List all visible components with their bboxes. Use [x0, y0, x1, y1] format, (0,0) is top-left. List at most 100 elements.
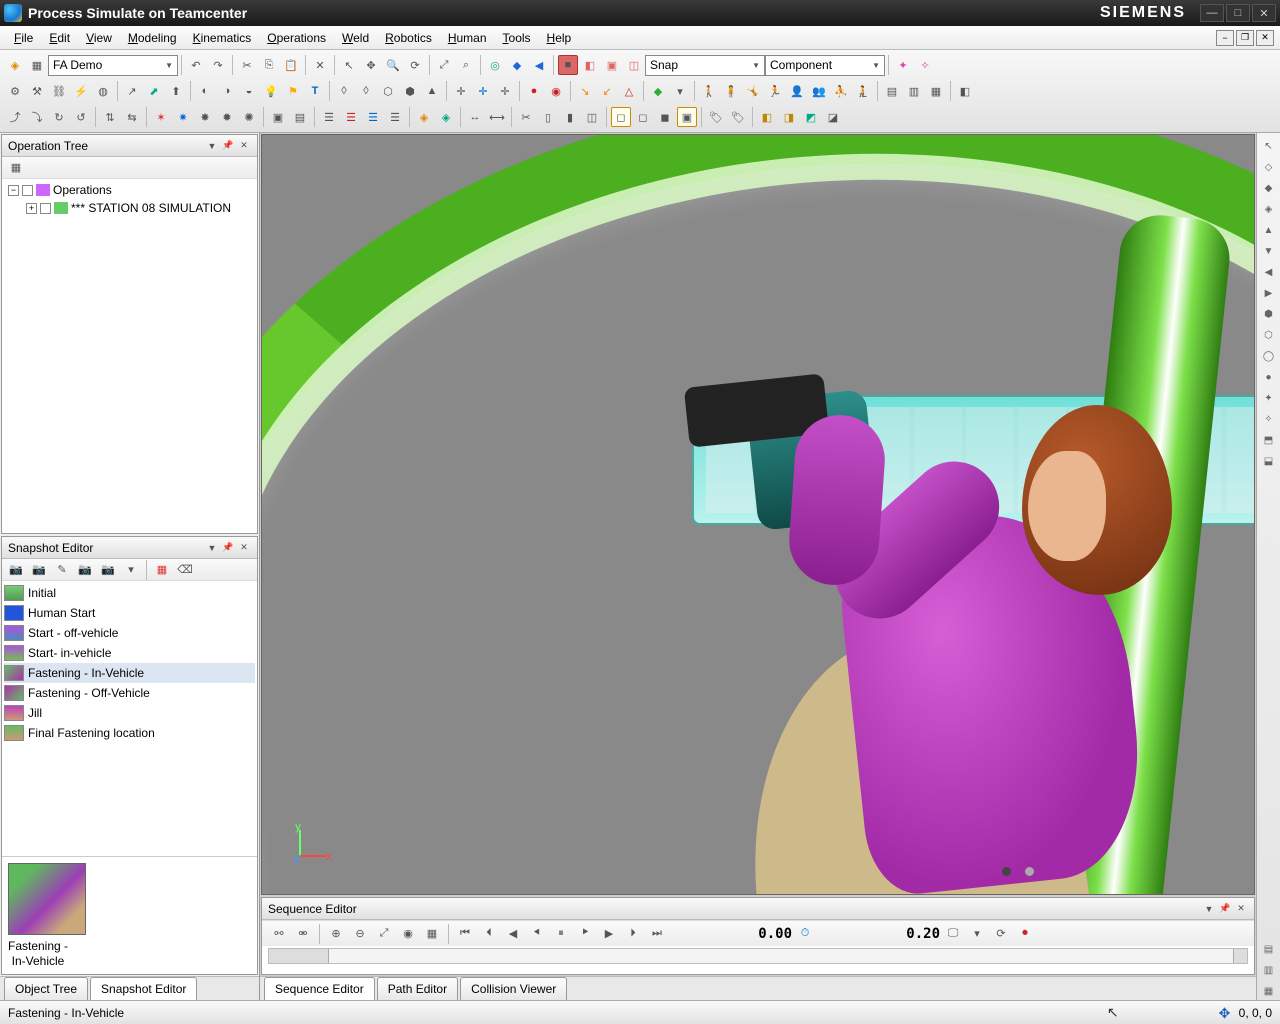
- play-fwd-icon[interactable]: ▶: [599, 924, 619, 944]
- tree-child-row[interactable]: + *** STATION 08 SIMULATION: [4, 199, 255, 217]
- gantt4-icon[interactable]: ☰: [385, 107, 405, 127]
- cursor-tool-icon[interactable]: ↖: [1260, 137, 1278, 155]
- list-item[interactable]: Human Start: [4, 603, 255, 623]
- coll2-icon[interactable]: ◈: [436, 107, 456, 127]
- tab-path-editor[interactable]: Path Editor: [377, 977, 458, 1000]
- snap-select[interactable]: Snap▼: [645, 55, 765, 76]
- home-icon[interactable]: ◈: [5, 55, 25, 75]
- box2-icon[interactable]: ◨: [779, 107, 799, 127]
- note1-icon[interactable]: 🏷: [706, 107, 726, 127]
- refresh-icon[interactable]: ⟳: [991, 924, 1011, 944]
- menu-modeling[interactable]: Modeling: [120, 28, 185, 48]
- link-icon[interactable]: ⚯: [269, 924, 289, 944]
- menu-edit[interactable]: Edit: [41, 28, 78, 48]
- list-item[interactable]: Start - off-vehicle: [4, 623, 255, 643]
- shade-hidden-icon[interactable]: ▣: [602, 55, 622, 75]
- robot-tool7-icon[interactable]: ⬈: [144, 81, 164, 101]
- rt15-icon[interactable]: ⬒: [1260, 431, 1278, 449]
- loc1-icon[interactable]: ●: [524, 81, 544, 101]
- path1-icon[interactable]: ↘: [575, 81, 595, 101]
- frame3-icon[interactable]: ✛: [495, 81, 515, 101]
- list-item[interactable]: Jill: [4, 703, 255, 723]
- meas2-icon[interactable]: ⟷: [487, 107, 507, 127]
- shade-trans-icon[interactable]: ◫: [624, 55, 644, 75]
- collapse-icon[interactable]: −: [8, 185, 19, 196]
- flag-icon[interactable]: ⚑: [283, 81, 303, 101]
- time-scale-icon[interactable]: ⏱: [795, 924, 815, 944]
- menu-tools[interactable]: Tools: [495, 28, 539, 48]
- disp3-icon[interactable]: ◼: [655, 107, 675, 127]
- kin3-icon[interactable]: ↻: [49, 107, 69, 127]
- sec3-icon[interactable]: ▮: [560, 107, 580, 127]
- human8-icon[interactable]: 🧎: [853, 81, 873, 101]
- menu-help[interactable]: Help: [539, 28, 580, 48]
- report1-icon[interactable]: ▤: [882, 81, 902, 101]
- screen-drop-icon[interactable]: ▾: [967, 924, 987, 944]
- unlink-icon[interactable]: ⚮: [293, 924, 313, 944]
- path3-icon[interactable]: △: [619, 81, 639, 101]
- kin1-icon[interactable]: ⤴: [5, 107, 25, 127]
- robot-tool3-icon[interactable]: ⛓: [49, 81, 69, 101]
- shade-solid-icon[interactable]: ■: [558, 55, 578, 75]
- snap-edit-icon[interactable]: ✎: [52, 560, 72, 580]
- zoom-icon[interactable]: 🔍: [383, 55, 403, 75]
- dot-icon[interactable]: [1025, 867, 1034, 876]
- rt11-icon[interactable]: ◯: [1260, 347, 1278, 365]
- disp4-icon[interactable]: ▣: [677, 107, 697, 127]
- rt16-icon[interactable]: ⬓: [1260, 452, 1278, 470]
- robot-tool-icon[interactable]: ⚙: [5, 81, 25, 101]
- rt4-icon[interactable]: ◈: [1260, 200, 1278, 218]
- human7-icon[interactable]: ⛹: [831, 81, 851, 101]
- wand-icon[interactable]: ✦: [893, 55, 913, 75]
- pin-icon[interactable]: 📌: [221, 541, 235, 555]
- mdi-restore-button[interactable]: ❐: [1236, 30, 1254, 46]
- minimize-button[interactable]: —: [1200, 4, 1224, 22]
- rt7-icon[interactable]: ◀: [1260, 263, 1278, 281]
- snap-new2-icon[interactable]: 📷: [29, 560, 49, 580]
- scope-select[interactable]: FA Demo▼: [48, 55, 178, 76]
- list-item[interactable]: Fastening - Off-Vehicle: [4, 683, 255, 703]
- report3-icon[interactable]: ▦: [926, 81, 946, 101]
- play-back-icon[interactable]: ◀: [503, 924, 523, 944]
- snap-grid-icon[interactable]: ▦: [152, 560, 172, 580]
- rt9-icon[interactable]: ⬢: [1260, 305, 1278, 323]
- human4-icon[interactable]: 🏃: [765, 81, 785, 101]
- step-back-icon[interactable]: ⏴: [479, 924, 499, 944]
- screen-icon[interactable]: 🖵: [943, 924, 963, 944]
- view-prev-icon[interactable]: ◀: [529, 55, 549, 75]
- jump-start-icon[interactable]: ⏮: [455, 924, 475, 944]
- move-axis-icon[interactable]: ✥: [1219, 1005, 1235, 1021]
- robot-tool8-icon[interactable]: ⬆: [166, 81, 186, 101]
- undo-icon[interactable]: ↶: [186, 55, 206, 75]
- orbit-icon[interactable]: ⟳: [405, 55, 425, 75]
- list-item[interactable]: Final Fastening location: [4, 723, 255, 743]
- zoom-out-icon[interactable]: ⊖: [350, 924, 370, 944]
- rt13-icon[interactable]: ✦: [1260, 389, 1278, 407]
- layout-icon[interactable]: ▦: [27, 55, 47, 75]
- op1-icon[interactable]: ▣: [268, 107, 288, 127]
- jump-end-icon[interactable]: ⏭: [647, 924, 667, 944]
- copy-icon[interactable]: ⎘: [259, 55, 279, 75]
- menu-operations[interactable]: Operations: [259, 28, 334, 48]
- gantt-icon[interactable]: ▦: [422, 924, 442, 944]
- weld4-icon[interactable]: ✹: [217, 107, 237, 127]
- cfg-icon[interactable]: ◆: [648, 81, 668, 101]
- cut-icon[interactable]: ✂: [237, 55, 257, 75]
- sim-tool3-icon[interactable]: ◒: [239, 81, 259, 101]
- gantt2-icon[interactable]: ☰: [341, 107, 361, 127]
- rt-doc2-icon[interactable]: ▥: [1260, 961, 1278, 979]
- record-icon[interactable]: ⏺: [1015, 924, 1035, 944]
- robot-tool2-icon[interactable]: ⚒: [27, 81, 47, 101]
- sim-tool1-icon[interactable]: ◐: [195, 81, 215, 101]
- zoom-window-icon[interactable]: ⌕: [456, 55, 476, 75]
- list-item-selected[interactable]: Fastening - In-Vehicle: [4, 663, 255, 683]
- shade-wire-icon[interactable]: ◧: [580, 55, 600, 75]
- box1-icon[interactable]: ◧: [757, 107, 777, 127]
- rt-doc3-icon[interactable]: ▦: [1260, 982, 1278, 1000]
- tab-object-tree[interactable]: Object Tree: [4, 977, 88, 1000]
- weld2-icon[interactable]: ✷: [173, 107, 193, 127]
- panel-close-icon[interactable]: ✕: [237, 541, 251, 555]
- panel-menu-icon[interactable]: ▼: [205, 139, 219, 153]
- select-arrow-icon[interactable]: ↖: [339, 55, 359, 75]
- weld3-icon[interactable]: ✸: [195, 107, 215, 127]
